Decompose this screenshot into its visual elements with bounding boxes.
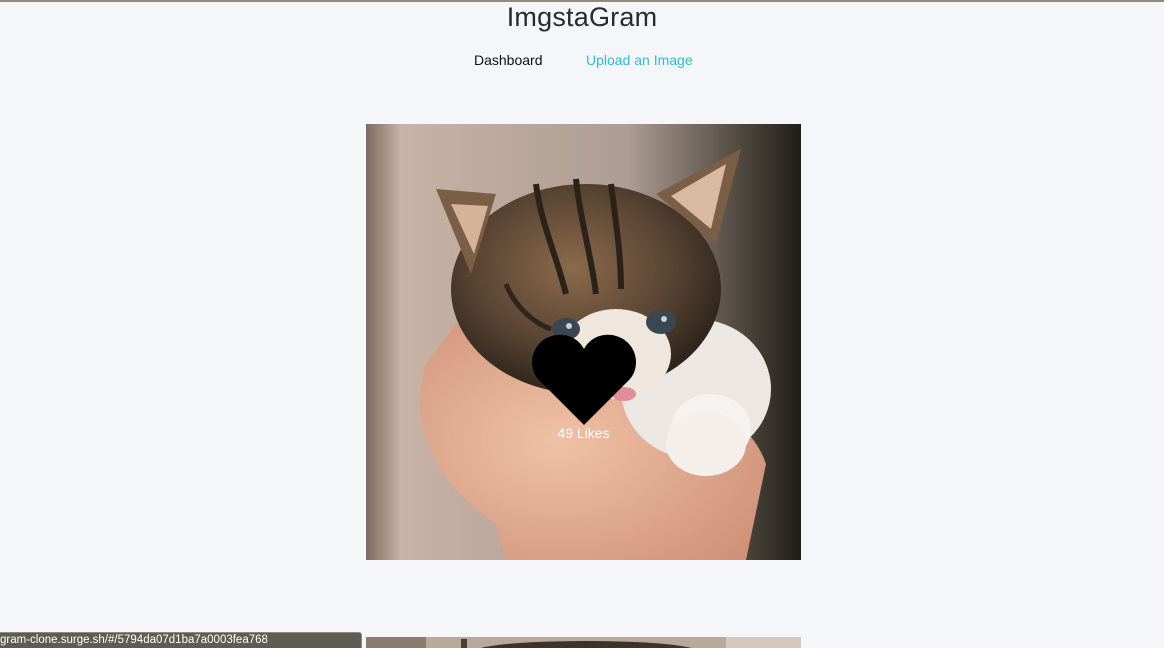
main-nav: Dashboard Upload an Image <box>0 51 1164 71</box>
nav-link-dashboard[interactable]: Dashboard <box>474 51 543 69</box>
likes-count: 49 Likes <box>557 425 610 441</box>
post-image-next <box>366 637 801 648</box>
heart-icon[interactable] <box>532 333 636 427</box>
feed-post[interactable]: 49 Likes <box>366 124 801 560</box>
like-overlay: 49 Likes <box>366 124 801 560</box>
app-title: ImgstaGram <box>506 2 658 32</box>
nav-link-upload-image[interactable]: Upload an Image <box>586 51 693 69</box>
browser-status-bar-url: gram-clone.surge.sh/#/5794da07d1ba7a0003… <box>0 632 362 648</box>
feed-post-next[interactable] <box>366 636 801 648</box>
